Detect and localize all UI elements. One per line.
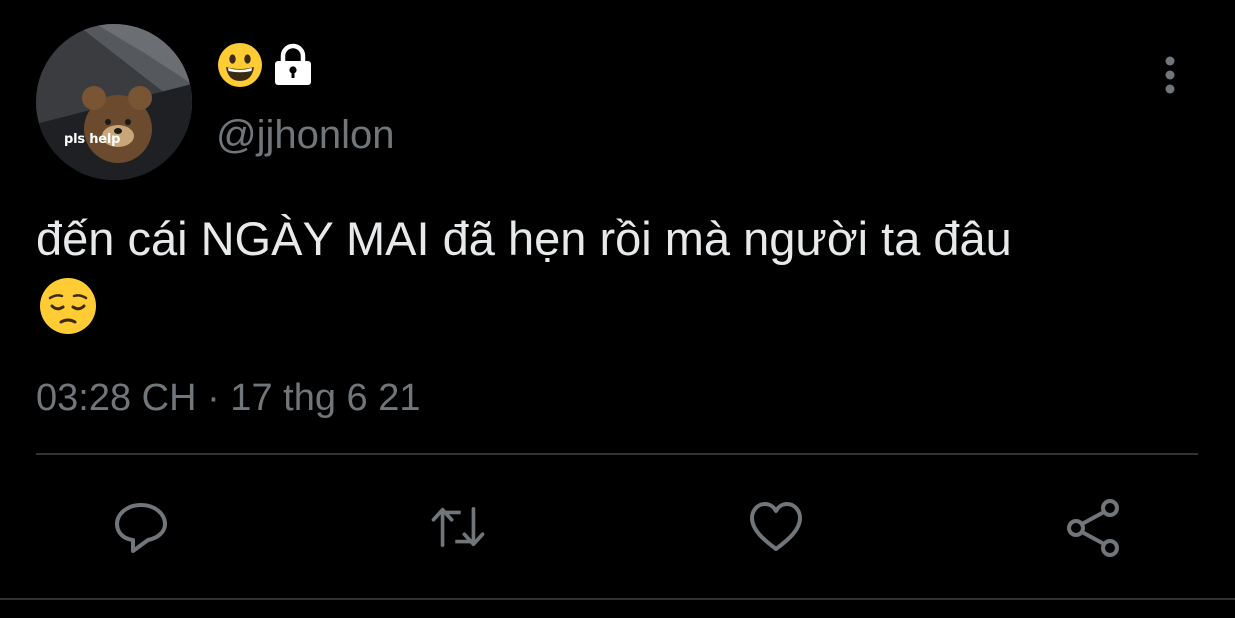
like-button[interactable] (746, 497, 806, 557)
reply-button[interactable] (111, 497, 171, 557)
retweet-icon (431, 507, 485, 548)
avatar-image (36, 24, 192, 180)
reply-icon (115, 503, 167, 553)
divider (0, 598, 1235, 600)
share-icon (1067, 499, 1119, 557)
user-handle[interactable]: @jjhonlon (216, 112, 395, 158)
tweet-timestamp[interactable]: 03:28 CH · 17 thg 6 21 (36, 376, 420, 420)
divider (36, 453, 1198, 455)
share-button[interactable] (1063, 497, 1123, 557)
display-name[interactable] (216, 40, 316, 90)
tweet-text: đến cái NGÀY MAI đã hẹn rồi mà người ta … (36, 212, 1012, 265)
more-options-button[interactable] (1150, 55, 1190, 95)
like-icon (750, 502, 802, 551)
lock-icon (275, 43, 311, 85)
retweet-button[interactable] (428, 497, 488, 557)
grinning-face-icon (218, 43, 262, 87)
avatar-caption: pls help (64, 132, 121, 147)
avatar[interactable]: pls help (36, 24, 192, 180)
more-vertical-icon (1165, 56, 1175, 94)
pensive-face-icon (38, 276, 98, 341)
